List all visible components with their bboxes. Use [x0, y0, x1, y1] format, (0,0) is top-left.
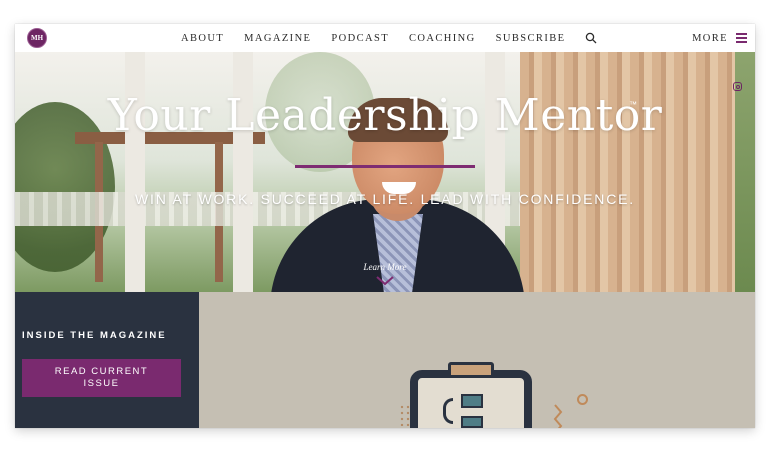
instagram-icon[interactable]	[733, 82, 742, 91]
checkbox-illustration	[461, 394, 483, 408]
read-current-issue-button[interactable]: READ CURRENT ISSUE	[22, 359, 181, 397]
nav-link-subscribe[interactable]: SUBSCRIBE	[496, 33, 566, 44]
bracket-decoration	[443, 398, 453, 424]
hero-curtain	[520, 52, 735, 292]
learn-more-link[interactable]: Learn More	[355, 262, 415, 272]
trademark-symbol: ™	[629, 100, 637, 109]
clipboard-clip	[448, 362, 494, 378]
squiggle-decoration	[553, 404, 563, 428]
checkbox-illustration	[461, 416, 483, 428]
top-nav: MH ABOUT MAGAZINE PODCAST COACHING SUBSC…	[15, 24, 755, 52]
nav-link-magazine[interactable]: MAGAZINE	[244, 33, 311, 44]
more-menu-button[interactable]: MORE	[692, 24, 747, 52]
illustration-panel	[199, 292, 755, 428]
hamburger-icon	[736, 33, 747, 43]
ring-decoration	[577, 394, 588, 405]
browser-page: MH ABOUT MAGAZINE PODCAST COACHING SUBSC…	[15, 24, 755, 428]
search-icon[interactable]	[585, 32, 597, 44]
nav-link-coaching[interactable]: COACHING	[409, 33, 476, 44]
magazine-heading: INSIDE THE MAGAZINE	[22, 330, 167, 341]
chevron-down-icon[interactable]	[375, 276, 395, 286]
hero-tagline: WIN AT WORK. SUCCEED AT LIFE. LEAD WITH …	[135, 191, 635, 207]
social-links	[733, 82, 745, 102]
more-label: MORE	[692, 32, 728, 44]
hero-title: Your Leadership Mentor	[107, 90, 663, 141]
nav-links: ABOUT MAGAZINE PODCAST COACHING SUBSCRIB…	[181, 24, 597, 52]
nav-link-podcast[interactable]: PODCAST	[331, 33, 389, 44]
hero-divider	[295, 165, 475, 168]
site-logo[interactable]: MH	[27, 28, 47, 48]
nav-link-about[interactable]: ABOUT	[181, 33, 224, 44]
hero-section: Your Leadership Mentor ™ WIN AT WORK. SU…	[15, 52, 755, 292]
magazine-panel: INSIDE THE MAGAZINE READ CURRENT ISSUE	[15, 292, 199, 428]
